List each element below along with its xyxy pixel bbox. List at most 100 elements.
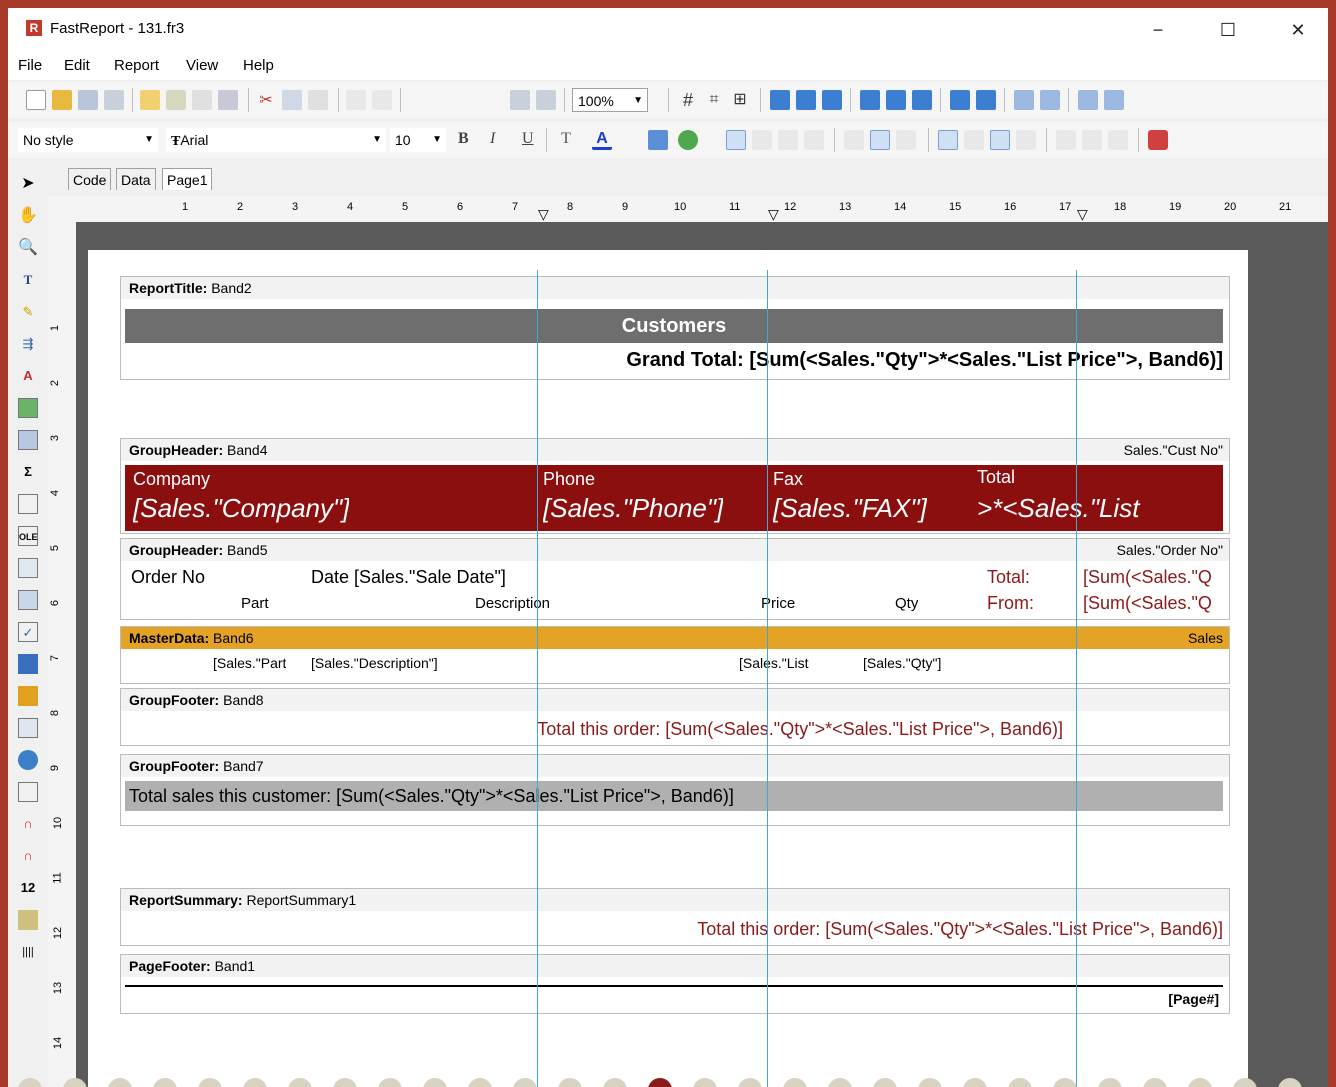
sale-date-text[interactable]: Date [Sales."Sale Date"]	[311, 567, 506, 588]
align-centers-icon[interactable]	[796, 90, 816, 110]
format-painter-icon[interactable]: ✎	[18, 302, 38, 322]
map-layer-icon[interactable]	[18, 910, 38, 930]
group-header-band-customer[interactable]: GroupHeader: Band4 Sales."Cust No" Compa…	[120, 438, 1230, 534]
new-page-icon[interactable]	[140, 90, 160, 110]
total-value[interactable]: >*<Sales."List	[977, 493, 1223, 524]
group-footer-band-customer[interactable]: GroupFooter: Band7 Total sales this cust…	[120, 754, 1230, 826]
align-text-center-icon[interactable]	[752, 130, 772, 150]
space-vertically-icon[interactable]	[976, 90, 996, 110]
line-icon[interactable]	[18, 494, 38, 514]
tab-page1[interactable]: Page1	[162, 168, 213, 190]
total-label[interactable]: Total	[977, 467, 1015, 488]
open-icon[interactable]	[52, 90, 72, 110]
total-label[interactable]: Total:	[987, 567, 1030, 588]
customers-title-text[interactable]: Customers	[125, 309, 1223, 343]
map-icon[interactable]	[18, 750, 38, 770]
grid-icon[interactable]	[18, 718, 38, 738]
order-total-sum[interactable]: [Sum(<Sales."Q	[1083, 567, 1225, 588]
barcode-icon[interactable]: ||||	[18, 942, 38, 962]
copy-icon[interactable]	[282, 90, 302, 110]
paste-icon[interactable]	[308, 90, 328, 110]
font-settings-icon[interactable]: T	[556, 130, 576, 150]
rich-text-icon[interactable]	[18, 782, 38, 802]
left-line-icon[interactable]	[990, 130, 1010, 150]
fax-value[interactable]: [Sales."FAX"]	[773, 493, 927, 524]
band-icon[interactable]: ⇶	[18, 334, 38, 354]
cut-icon[interactable]: ✂	[256, 90, 276, 110]
order-total-text[interactable]: Total this order: [Sum(<Sales."Qty">*<Sa…	[201, 719, 1063, 740]
new-report-icon[interactable]	[26, 90, 46, 110]
no-lines-icon[interactable]	[1082, 130, 1102, 150]
qty-column-header[interactable]: Qty	[895, 595, 918, 612]
select-tool-icon[interactable]: ➤	[18, 174, 38, 194]
report-title-band[interactable]: ReportTitle: Band2 Customers Grand Total…	[120, 276, 1230, 380]
ungroup-icon[interactable]	[536, 90, 556, 110]
digital-gauge-icon[interactable]: 12	[18, 878, 38, 898]
justify-text-icon[interactable]	[804, 130, 824, 150]
preview-icon[interactable]	[104, 90, 124, 110]
right-line-icon[interactable]	[1016, 130, 1036, 150]
grand-total-text[interactable]: Grand Total: [Sum(<Sales."Qty">*<Sales."…	[421, 345, 1223, 375]
part-no-field[interactable]: [Sales."Part	[213, 655, 286, 671]
font-color-icon[interactable]: A	[592, 130, 612, 150]
picture-icon[interactable]	[18, 398, 38, 418]
align-text-middle-icon[interactable]	[870, 130, 890, 150]
same-width-icon[interactable]	[1078, 90, 1098, 110]
menu-file[interactable]: File	[18, 57, 42, 74]
align-middles-icon[interactable]	[886, 90, 906, 110]
minimize-button[interactable]: −	[1138, 16, 1178, 44]
rotation-icon[interactable]	[678, 130, 698, 150]
new-dialog-icon[interactable]	[166, 90, 186, 110]
tab-data[interactable]: Data	[116, 168, 156, 190]
menu-report[interactable]: Report	[114, 57, 159, 74]
customer-total-text[interactable]: Total sales this customer: [Sum(<Sales."…	[125, 781, 1223, 811]
maximize-button[interactable]: ☐	[1208, 16, 1248, 44]
company-value[interactable]: [Sales."Company"]	[133, 493, 349, 524]
phone-value[interactable]: [Sales."Phone"]	[543, 493, 723, 524]
space-horizontally-icon[interactable]	[950, 90, 970, 110]
font-size-select[interactable]: 10 ▼	[390, 128, 446, 152]
column-marker-icon[interactable]: ▽	[538, 206, 549, 223]
ole-icon[interactable]: OLE	[18, 526, 38, 546]
master-data-band[interactable]: MasterData: Band6 Sales [Sales."Part [Sa…	[120, 626, 1230, 684]
report-page[interactable]: ReportTitle: Band2 Customers Grand Total…	[88, 250, 1248, 1087]
close-button[interactable]: ✕	[1278, 16, 1318, 44]
zoom-tool-icon[interactable]: 🔍	[18, 238, 38, 258]
phone-label[interactable]: Phone	[543, 469, 595, 490]
delete-page-icon[interactable]	[192, 90, 212, 110]
top-line-icon[interactable]	[938, 130, 958, 150]
all-lines-icon[interactable]	[1056, 130, 1076, 150]
list-price-field[interactable]: [Sales."List	[739, 655, 809, 671]
system-text-icon[interactable]: Σ	[18, 462, 38, 482]
page-footer-band[interactable]: PageFooter: Band1 [Page#]	[120, 954, 1230, 1014]
center-vertically-icon[interactable]	[1040, 90, 1060, 110]
same-height-icon[interactable]	[1104, 90, 1124, 110]
table-icon[interactable]	[18, 590, 38, 610]
menu-view[interactable]: View	[186, 57, 218, 74]
page-settings-icon[interactable]	[218, 90, 238, 110]
cross-tab-icon[interactable]	[18, 558, 38, 578]
hand-tool-icon[interactable]: ✋	[18, 206, 38, 226]
fit-to-grid-icon[interactable]: ⊞	[730, 90, 750, 110]
align-text-top-icon[interactable]	[844, 130, 864, 150]
group-header-band-order[interactable]: GroupHeader: Band5 Sales."Order No" Orde…	[120, 538, 1230, 620]
description-column-header[interactable]: Description	[475, 595, 550, 612]
shadow-icon[interactable]	[1108, 130, 1128, 150]
menu-help[interactable]: Help	[243, 57, 274, 74]
page-number-field[interactable]: [Page#]	[1021, 991, 1219, 1007]
group-footer-band-order[interactable]: GroupFooter: Band8 Total this order: [Su…	[120, 688, 1230, 746]
align-bottoms-icon[interactable]	[912, 90, 932, 110]
undo-icon[interactable]	[346, 90, 366, 110]
highlight-icon[interactable]	[648, 130, 668, 150]
design-workspace[interactable]: ReportTitle: Band2 Customers Grand Total…	[76, 222, 1328, 1087]
italic-button[interactable]: I	[490, 130, 495, 148]
chart-icon[interactable]	[18, 686, 38, 706]
fill-color-icon[interactable]	[1148, 130, 1168, 150]
center-horizontally-icon[interactable]	[1014, 90, 1034, 110]
align-text-right-icon[interactable]	[778, 130, 798, 150]
summary-total-text[interactable]: Total this order: [Sum(<Sales."Qty">*<Sa…	[421, 919, 1223, 940]
gauge-icon[interactable]: ∩	[18, 814, 38, 834]
text-tool-icon[interactable]: T	[18, 270, 38, 290]
font-select[interactable]: ŦArial ▼	[166, 128, 386, 152]
qty-field[interactable]: [Sales."Qty"]	[863, 655, 941, 671]
